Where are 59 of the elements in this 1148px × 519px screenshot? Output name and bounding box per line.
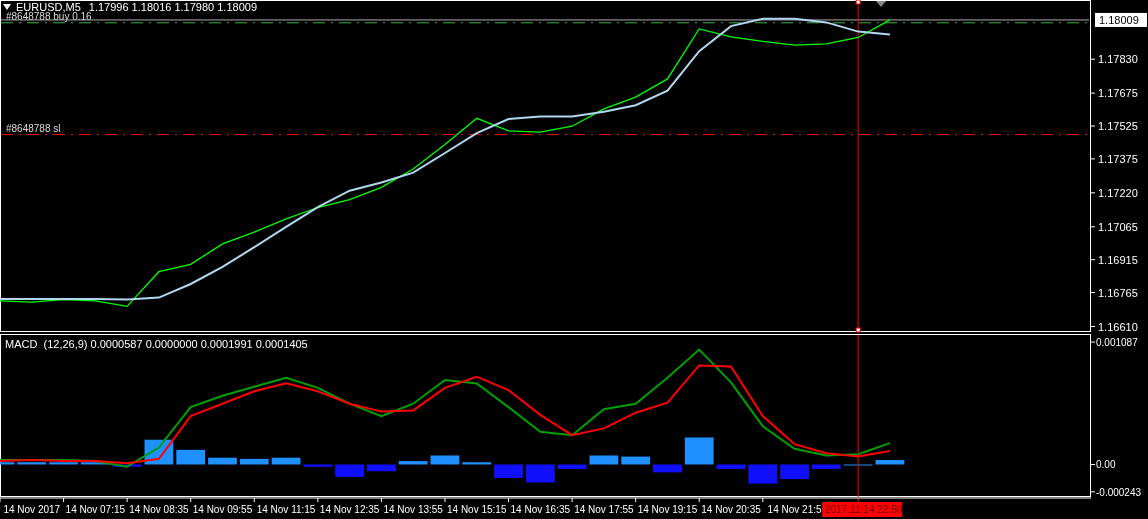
histogram-bar [239,458,269,465]
histogram-bar [621,456,651,465]
cursor-handle-icon[interactable] [855,0,861,5]
shift-marker-icon[interactable] [876,1,886,7]
time-axis-label: 14 Nov 16:35 [510,504,571,515]
time-axis-label: 14 Nov 19:15 [637,504,698,515]
collapse-triangle-icon[interactable] [3,4,11,10]
histogram-bar [430,455,460,465]
histogram-bar [875,459,905,465]
time-axis-label: 14 Nov 08:35 [129,504,189,515]
histogram-bar [589,455,619,465]
histogram-bar [748,464,778,484]
price-axis-label: 1.17220 [1098,186,1138,199]
histogram-bar [716,464,746,469]
histogram-bar [303,464,333,467]
histogram-bar [653,464,682,473]
histogram-bar [494,464,523,478]
histogram-bar [0,462,15,465]
macd-axis-label: 0.001087 [1096,337,1138,349]
price-axis-label: 1.16610 [1098,320,1138,333]
time-axis-label: 14 Nov 20:35 [701,504,761,515]
histogram-bar [208,457,237,465]
ohlc-values: 1.17996 1.18016 1.17980 1.18009 [88,1,257,13]
time-axis-label: 14 Nov 07:15 [65,504,126,515]
time-axis-label: 14 Nov 11:15 [256,504,316,515]
histogram-bar [335,464,364,477]
symbol-title: EURUSD,M5 [16,1,81,13]
price-axis-label: 1.17675 [1098,87,1138,100]
histogram-bar [112,464,142,467]
histogram-bar [462,462,492,465]
time-axis-label: 14 Nov 12:35 [319,504,380,515]
price-axis-label: 1.16765 [1098,286,1138,299]
time-axis-label: 14 Nov 2017 [3,504,61,515]
price-axis-label: 1.17375 [1098,152,1138,165]
macd-title: MACD (12,26,9) 0.0000587 0.0000000 0.0001991 0.0001405 [5,338,308,350]
histogram-bar [398,461,428,465]
price-axis-label: 1.17525 [1098,120,1138,132]
histogram-bar [780,464,809,480]
time-axis-label: 14 Nov 15:15 [447,504,507,515]
histogram-bar [271,457,301,465]
macd-axis-label: -0.000243 [1096,486,1142,498]
histogram-bar [557,464,587,469]
histogram-bar [812,464,841,469]
histogram-bar [525,464,555,483]
time-axis-label: 14 Nov 09:55 [192,504,253,515]
bid-price-label: 1.18009 [1095,12,1147,27]
cursor-time-label: 2017.11.14 22:50 [822,502,903,517]
macd-axis-label: 0.00 [1096,459,1116,471]
price-axis-label: 1.16915 [1098,253,1138,266]
time-axis-label: 14 Nov 17:55 [574,504,634,515]
time-axis-label: 14 Nov 21:5 [767,504,822,515]
histogram-bar [684,437,714,465]
histogram-bar [17,462,47,465]
histogram-bar [367,464,396,472]
histogram-bar [49,462,78,465]
price-axis-label: 1.17830 [1098,53,1138,66]
order-label: #8648788 sl [6,122,61,134]
price-axis-label: 1.17065 [1098,220,1138,233]
time-axis-label: 14 Nov 13:55 [383,504,443,515]
